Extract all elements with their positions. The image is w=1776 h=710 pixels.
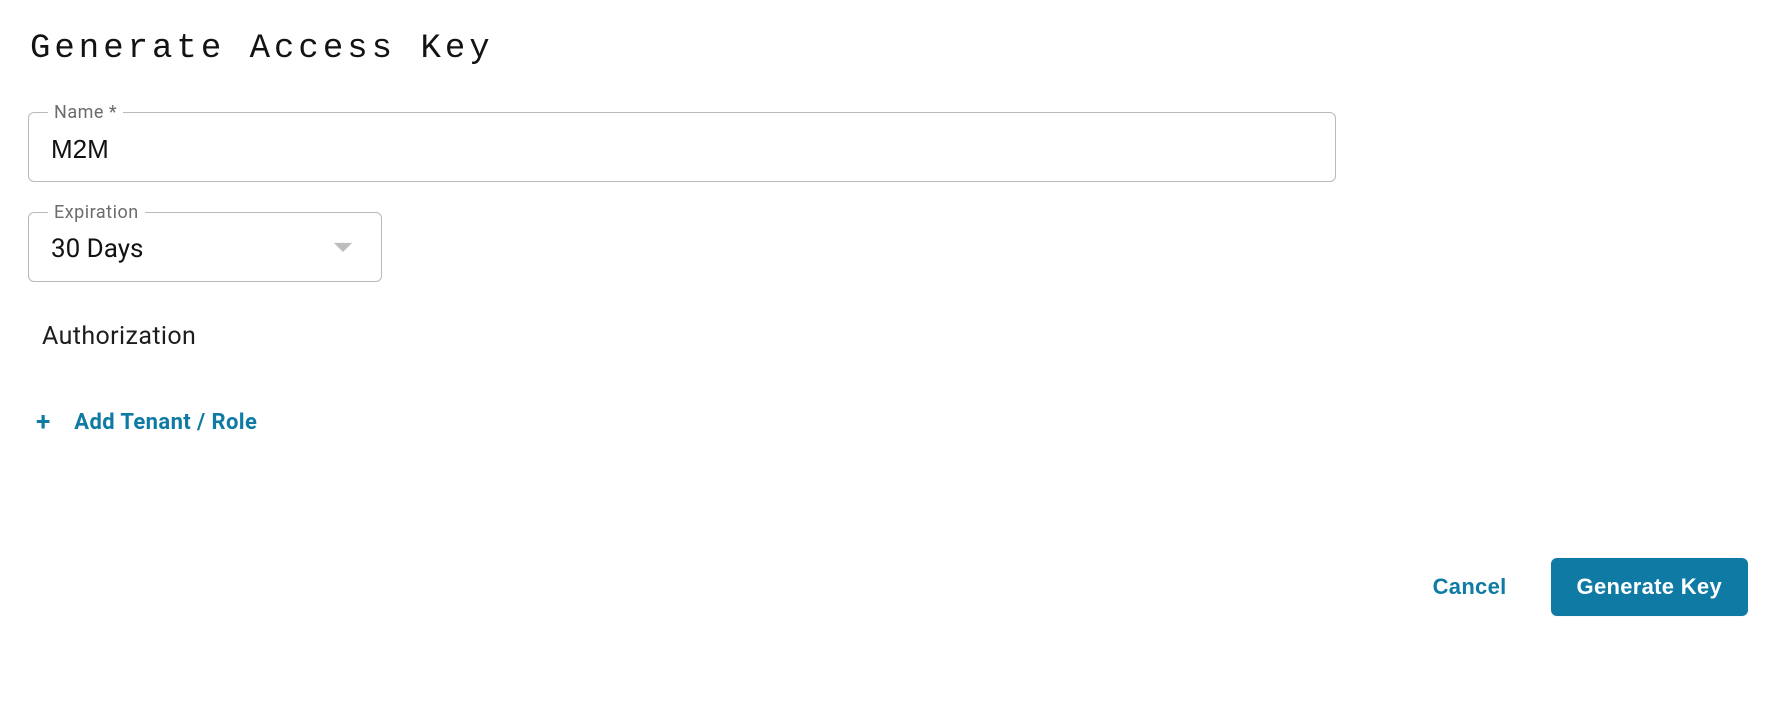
cancel-button[interactable]: Cancel: [1427, 573, 1513, 601]
name-label: Name *: [48, 102, 123, 123]
authorization-heading: Authorization: [42, 322, 1748, 351]
add-tenant-role-button[interactable]: + Add Tenant / Role: [36, 409, 257, 435]
add-tenant-role-label: Add Tenant / Role: [74, 410, 257, 435]
expiration-label: Expiration: [48, 202, 145, 223]
name-field-wrap: Name *: [28, 112, 1748, 182]
plus-icon: +: [36, 409, 50, 435]
page-title: Generate Access Key: [30, 30, 1748, 68]
expiration-field-wrap: Expiration 30 Days: [28, 212, 382, 282]
expiration-value: 30 Days: [51, 234, 143, 264]
name-input[interactable]: [28, 112, 1336, 182]
generate-key-button[interactable]: Generate Key: [1551, 558, 1748, 616]
footer-actions: Cancel Generate Key: [1427, 558, 1748, 616]
